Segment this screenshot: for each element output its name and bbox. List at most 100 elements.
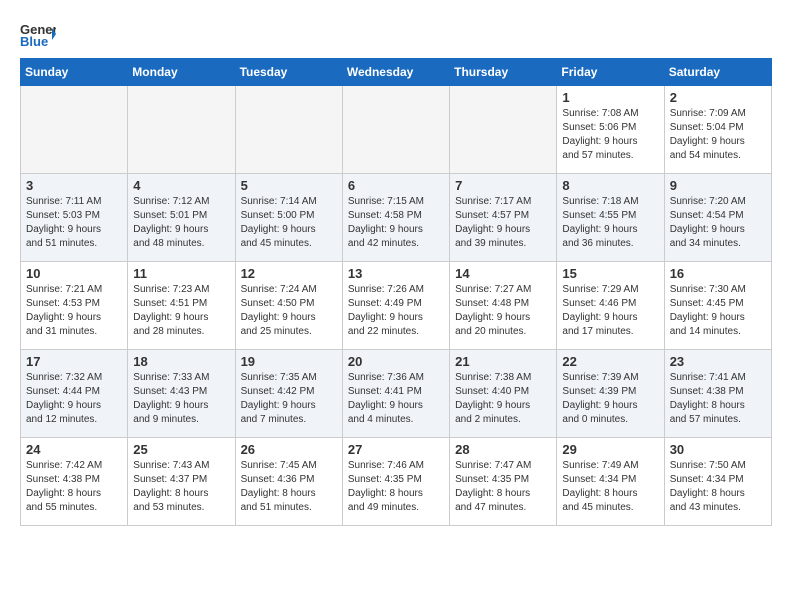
day-number: 25: [133, 442, 229, 457]
week-row-4: 24 Sunrise: 7:42 AM Sunset: 4:38 PM Dayli…: [21, 438, 772, 526]
day-info: Sunrise: 7:20 AM Sunset: 4:54 PM Dayligh…: [670, 195, 766, 251]
day-number: 3: [26, 178, 122, 193]
day-info: Sunrise: 7:27 AM Sunset: 4:48 PM Dayligh…: [455, 283, 551, 339]
day-info: Sunrise: 7:14 AM Sunset: 5:00 PM Dayligh…: [241, 195, 337, 251]
day-number: 5: [241, 178, 337, 193]
day-number: 17: [26, 354, 122, 369]
calendar-cell: 24 Sunrise: 7:42 AM Sunset: 4:38 PM Dayli…: [21, 438, 128, 526]
day-number: 28: [455, 442, 551, 457]
day-info: Sunrise: 7:45 AM Sunset: 4:36 PM Dayligh…: [241, 459, 337, 515]
calendar-cell: 5 Sunrise: 7:14 AM Sunset: 5:00 PM Daylig…: [235, 174, 342, 262]
day-number: 18: [133, 354, 229, 369]
day-number: 10: [26, 266, 122, 281]
calendar-cell: 29Sunrise: 7:49 AM Sunset: 4:34 PM Dayli…: [557, 438, 664, 526]
weekday-header-monday: Monday: [128, 59, 235, 86]
calendar-cell: 30 Sunrise: 7:50 AM Sunset: 4:34 PM Dayli…: [664, 438, 771, 526]
day-number: 23: [670, 354, 766, 369]
week-row-2: 10 Sunrise: 7:21 AM Sunset: 4:53 PM Dayli…: [21, 262, 772, 350]
calendar-cell: [128, 86, 235, 174]
calendar-cell: 12 Sunrise: 7:24 AM Sunset: 4:50 PM Dayli…: [235, 262, 342, 350]
day-info: Sunrise: 7:09 AM Sunset: 5:04 PM Dayligh…: [670, 107, 766, 163]
week-row-1: 3 Sunrise: 7:11 AM Sunset: 5:03 PM Daylig…: [21, 174, 772, 262]
calendar-cell: 21 Sunrise: 7:38 AM Sunset: 4:40 PM Dayli…: [450, 350, 557, 438]
calendar-cell: 23 Sunrise: 7:41 AM Sunset: 4:38 PM Dayli…: [664, 350, 771, 438]
day-number: 13: [348, 266, 444, 281]
day-info: Sunrise: 7:15 AM Sunset: 4:58 PM Dayligh…: [348, 195, 444, 251]
day-info: Sunrise: 7:30 AM Sunset: 4:45 PM Dayligh…: [670, 283, 766, 339]
day-number: 22: [562, 354, 658, 369]
day-info: Sunrise: 7:50 AM Sunset: 4:34 PM Dayligh…: [670, 459, 766, 515]
day-number: 21: [455, 354, 551, 369]
week-row-0: 1 Sunrise: 7:08 AM Sunset: 5:06 PM Daylig…: [21, 86, 772, 174]
calendar-cell: 22 Sunrise: 7:39 AM Sunset: 4:39 PM Dayli…: [557, 350, 664, 438]
calendar-cell: [21, 86, 128, 174]
day-info: Sunrise: 7:47 AM Sunset: 4:35 PM Dayligh…: [455, 459, 551, 515]
svg-text:Blue: Blue: [20, 34, 48, 48]
calendar-cell: [450, 86, 557, 174]
day-info: Sunrise: 7:36 AM Sunset: 4:41 PM Dayligh…: [348, 371, 444, 427]
day-info: Sunrise: 7:39 AM Sunset: 4:39 PM Dayligh…: [562, 371, 658, 427]
page-header: General Blue: [20, 20, 772, 48]
calendar-cell: 14 Sunrise: 7:27 AM Sunset: 4:48 PM Dayli…: [450, 262, 557, 350]
calendar-cell: 7 Sunrise: 7:17 AM Sunset: 4:57 PM Daylig…: [450, 174, 557, 262]
day-info: Sunrise: 7:24 AM Sunset: 4:50 PM Dayligh…: [241, 283, 337, 339]
calendar-cell: 8Sunrise: 7:18 AM Sunset: 4:55 PM Daylig…: [557, 174, 664, 262]
day-number: 2: [670, 90, 766, 105]
calendar-cell: 18 Sunrise: 7:33 AM Sunset: 4:43 PM Dayli…: [128, 350, 235, 438]
day-number: 27: [348, 442, 444, 457]
day-info: Sunrise: 7:17 AM Sunset: 4:57 PM Dayligh…: [455, 195, 551, 251]
day-number: 9: [670, 178, 766, 193]
weekday-header-friday: Friday: [557, 59, 664, 86]
calendar-cell: 27 Sunrise: 7:46 AM Sunset: 4:35 PM Dayli…: [342, 438, 449, 526]
weekday-header-saturday: Saturday: [664, 59, 771, 86]
day-info: Sunrise: 7:41 AM Sunset: 4:38 PM Dayligh…: [670, 371, 766, 427]
day-number: 8: [562, 178, 658, 193]
day-number: 24: [26, 442, 122, 457]
calendar-cell: 28 Sunrise: 7:47 AM Sunset: 4:35 PM Dayli…: [450, 438, 557, 526]
day-info: Sunrise: 7:12 AM Sunset: 5:01 PM Dayligh…: [133, 195, 229, 251]
calendar-cell: 13 Sunrise: 7:26 AM Sunset: 4:49 PM Dayli…: [342, 262, 449, 350]
day-info: Sunrise: 7:46 AM Sunset: 4:35 PM Dayligh…: [348, 459, 444, 515]
day-number: 30: [670, 442, 766, 457]
calendar-cell: 25Sunrise: 7:43 AM Sunset: 4:37 PM Dayli…: [128, 438, 235, 526]
day-info: Sunrise: 7:11 AM Sunset: 5:03 PM Dayligh…: [26, 195, 122, 251]
logo: General Blue: [20, 20, 56, 48]
calendar-cell: 3 Sunrise: 7:11 AM Sunset: 5:03 PM Daylig…: [21, 174, 128, 262]
calendar-cell: 26Sunrise: 7:45 AM Sunset: 4:36 PM Dayli…: [235, 438, 342, 526]
day-info: Sunrise: 7:35 AM Sunset: 4:42 PM Dayligh…: [241, 371, 337, 427]
day-number: 12: [241, 266, 337, 281]
day-number: 4: [133, 178, 229, 193]
calendar-cell: [342, 86, 449, 174]
day-number: 1: [562, 90, 658, 105]
day-number: 14: [455, 266, 551, 281]
day-info: Sunrise: 7:21 AM Sunset: 4:53 PM Dayligh…: [26, 283, 122, 339]
calendar-cell: 20Sunrise: 7:36 AM Sunset: 4:41 PM Dayli…: [342, 350, 449, 438]
logo-icon: General Blue: [20, 20, 56, 48]
calendar-cell: 9 Sunrise: 7:20 AM Sunset: 4:54 PM Daylig…: [664, 174, 771, 262]
day-info: Sunrise: 7:33 AM Sunset: 4:43 PM Dayligh…: [133, 371, 229, 427]
day-info: Sunrise: 7:08 AM Sunset: 5:06 PM Dayligh…: [562, 107, 658, 163]
day-info: Sunrise: 7:32 AM Sunset: 4:44 PM Dayligh…: [26, 371, 122, 427]
calendar-cell: 15 Sunrise: 7:29 AM Sunset: 4:46 PM Dayli…: [557, 262, 664, 350]
week-row-3: 17 Sunrise: 7:32 AM Sunset: 4:44 PM Dayli…: [21, 350, 772, 438]
calendar-cell: 11Sunrise: 7:23 AM Sunset: 4:51 PM Dayli…: [128, 262, 235, 350]
day-info: Sunrise: 7:23 AM Sunset: 4:51 PM Dayligh…: [133, 283, 229, 339]
day-info: Sunrise: 7:42 AM Sunset: 4:38 PM Dayligh…: [26, 459, 122, 515]
day-number: 29: [562, 442, 658, 457]
calendar-cell: 17 Sunrise: 7:32 AM Sunset: 4:44 PM Dayli…: [21, 350, 128, 438]
day-info: Sunrise: 7:26 AM Sunset: 4:49 PM Dayligh…: [348, 283, 444, 339]
day-number: 15: [562, 266, 658, 281]
calendar-cell: 16Sunrise: 7:30 AM Sunset: 4:45 PM Dayli…: [664, 262, 771, 350]
day-number: 19: [241, 354, 337, 369]
calendar-cell: 1 Sunrise: 7:08 AM Sunset: 5:06 PM Daylig…: [557, 86, 664, 174]
weekday-header-tuesday: Tuesday: [235, 59, 342, 86]
calendar-cell: 19 Sunrise: 7:35 AM Sunset: 4:42 PM Dayli…: [235, 350, 342, 438]
day-number: 7: [455, 178, 551, 193]
weekday-header-thursday: Thursday: [450, 59, 557, 86]
day-info: Sunrise: 7:38 AM Sunset: 4:40 PM Dayligh…: [455, 371, 551, 427]
day-info: Sunrise: 7:29 AM Sunset: 4:46 PM Dayligh…: [562, 283, 658, 339]
calendar-cell: 6Sunrise: 7:15 AM Sunset: 4:58 PM Daylig…: [342, 174, 449, 262]
calendar-cell: [235, 86, 342, 174]
calendar-cell: 10 Sunrise: 7:21 AM Sunset: 4:53 PM Dayli…: [21, 262, 128, 350]
calendar-cell: 4 Sunrise: 7:12 AM Sunset: 5:01 PM Daylig…: [128, 174, 235, 262]
